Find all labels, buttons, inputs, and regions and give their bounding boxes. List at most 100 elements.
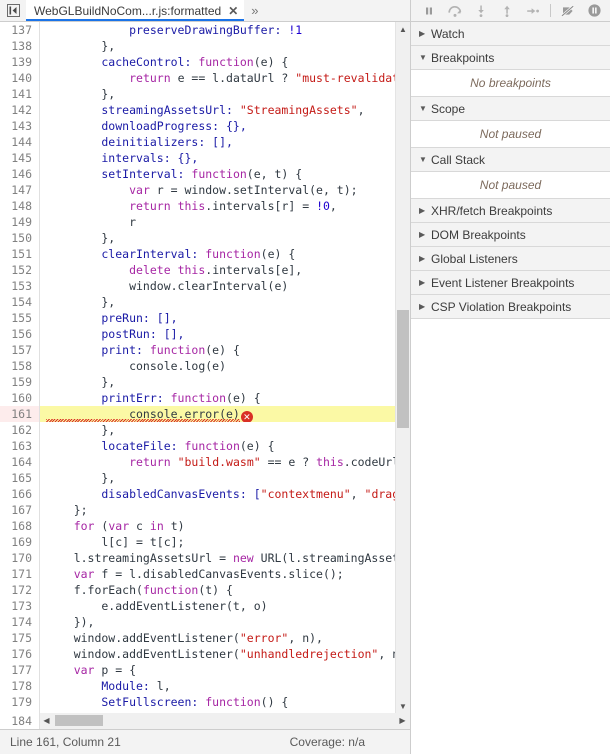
code-text[interactable]: window.addEventListener("unhandledreject… bbox=[40, 646, 410, 662]
scroll-right-icon[interactable]: ▶ bbox=[396, 717, 409, 725]
code-text[interactable]: f.forEach(function(t) { bbox=[40, 582, 410, 598]
code-text[interactable]: delete this.intervals[e], bbox=[40, 262, 410, 278]
line-number[interactable]: 159 bbox=[0, 374, 40, 390]
line-number[interactable]: 143 bbox=[0, 118, 40, 134]
line-number[interactable]: 150 bbox=[0, 230, 40, 246]
scroll-left-icon[interactable]: ◀ bbox=[40, 717, 53, 725]
vertical-scrollbar[interactable]: ▲ ▼ bbox=[395, 22, 410, 713]
line-number[interactable]: 160 bbox=[0, 390, 40, 406]
line-number[interactable]: 145 bbox=[0, 150, 40, 166]
sidebar-section-call-stack[interactable]: ▼ Call Stack bbox=[411, 148, 610, 172]
code-text[interactable]: }, bbox=[40, 86, 410, 102]
line-number[interactable]: 153 bbox=[0, 278, 40, 294]
code-text[interactable]: console.log(e) bbox=[40, 358, 410, 374]
horizontal-scrollbar[interactable]: ◀ ▶ bbox=[40, 713, 410, 729]
code-text[interactable]: console.error(e) ✕ bbox=[40, 406, 410, 422]
code-text[interactable]: return e == l.dataUrl ? "must-revalidate… bbox=[40, 70, 410, 86]
code-text[interactable]: window.clearInterval(e) bbox=[40, 278, 410, 294]
sidebar-section-event-listener-breakpoints[interactable]: ▶ Event Listener Breakpoints bbox=[411, 271, 610, 295]
pause-script-execution-button[interactable] bbox=[416, 0, 442, 21]
line-number[interactable]: 173 bbox=[0, 598, 40, 614]
step-into-button[interactable] bbox=[468, 0, 494, 21]
code-text[interactable]: preRun: [], bbox=[40, 310, 410, 326]
code-text[interactable]: e.addEventListener(t, o) bbox=[40, 598, 410, 614]
line-number[interactable]: 139 bbox=[0, 54, 40, 70]
sidebar-section-breakpoints[interactable]: ▼ Breakpoints bbox=[411, 46, 610, 70]
line-number[interactable]: 172 bbox=[0, 582, 40, 598]
sidebar-section-dom-breakpoints[interactable]: ▶ DOM Breakpoints bbox=[411, 223, 610, 247]
code-text[interactable]: for (var c in t) bbox=[40, 518, 410, 534]
step-out-button[interactable] bbox=[494, 0, 520, 21]
code-text[interactable]: return this.intervals[r] = !0, bbox=[40, 198, 410, 214]
code-text[interactable]: preserveDrawingBuffer: !1 bbox=[40, 22, 410, 38]
line-number[interactable]: 140 bbox=[0, 70, 40, 86]
code-text[interactable]: downloadProgress: {}, bbox=[40, 118, 410, 134]
code-text[interactable]: }; bbox=[40, 502, 410, 518]
code-text[interactable]: }, bbox=[40, 422, 410, 438]
code-text[interactable]: }, bbox=[40, 294, 410, 310]
line-number[interactable]: 179 bbox=[0, 694, 40, 710]
line-number[interactable]: 165 bbox=[0, 470, 40, 486]
line-number[interactable]: 137 bbox=[0, 22, 40, 38]
line-number[interactable]: 174 bbox=[0, 614, 40, 630]
horizontal-scrollbar-thumb[interactable] bbox=[55, 715, 103, 726]
code-text[interactable]: locateFile: function(e) { bbox=[40, 438, 410, 454]
line-number[interactable]: 149 bbox=[0, 214, 40, 230]
pause-on-exceptions-button[interactable] bbox=[581, 0, 607, 21]
line-number[interactable]: 155 bbox=[0, 310, 40, 326]
sidebar-section-watch[interactable]: ▶ Watch bbox=[411, 22, 610, 46]
code-text[interactable]: var r = window.setInterval(e, t); bbox=[40, 182, 410, 198]
line-number[interactable]: 169 bbox=[0, 534, 40, 550]
code-text[interactable]: }), bbox=[40, 614, 410, 630]
vertical-scrollbar-thumb[interactable] bbox=[397, 310, 409, 428]
line-number[interactable]: 176 bbox=[0, 646, 40, 662]
line-number[interactable]: 142 bbox=[0, 102, 40, 118]
code-text[interactable]: Module: l, bbox=[40, 678, 410, 694]
line-number[interactable]: 163 bbox=[0, 438, 40, 454]
scroll-up-icon[interactable]: ▲ bbox=[396, 22, 410, 36]
line-number[interactable]: 166 bbox=[0, 486, 40, 502]
line-number[interactable]: 177 bbox=[0, 662, 40, 678]
line-number[interactable]: 147 bbox=[0, 182, 40, 198]
code-text[interactable]: printErr: function(e) { bbox=[40, 390, 410, 406]
sidebar-section-global-listeners[interactable]: ▶ Global Listeners bbox=[411, 247, 610, 271]
line-number[interactable]: 170 bbox=[0, 550, 40, 566]
code-text[interactable]: l.streamingAssetsUrl = new URL(l.streami… bbox=[40, 550, 410, 566]
close-icon[interactable]: ✕ bbox=[228, 5, 238, 17]
code-text[interactable]: }, bbox=[40, 38, 410, 54]
code-text[interactable]: var f = l.disabledCanvasEvents.slice(); bbox=[40, 566, 410, 582]
line-number[interactable]: 152 bbox=[0, 262, 40, 278]
code-text[interactable]: var p = { bbox=[40, 662, 410, 678]
line-number[interactable]: 167 bbox=[0, 502, 40, 518]
line-number[interactable]: 164 bbox=[0, 454, 40, 470]
line-number[interactable]: 138 bbox=[0, 38, 40, 54]
code-text[interactable]: cacheControl: function(e) { bbox=[40, 54, 410, 70]
line-number[interactable]: 180 bbox=[0, 710, 40, 713]
code-text[interactable]: return "build.wasm" == e ? this.codeUrl … bbox=[40, 454, 410, 470]
code-text[interactable]: clearInterval: function(e) { bbox=[40, 246, 410, 262]
code-text[interactable]: r bbox=[40, 214, 410, 230]
step-button[interactable] bbox=[520, 0, 546, 21]
code-text[interactable]: streamingAssetsUrl: "StreamingAssets", bbox=[40, 102, 410, 118]
line-number[interactable]: 175 bbox=[0, 630, 40, 646]
line-number[interactable]: 161 bbox=[0, 406, 40, 422]
code-text[interactable]: deinitializers: [], bbox=[40, 134, 410, 150]
navigate-back-icon[interactable] bbox=[0, 0, 26, 21]
line-number[interactable]: 168 bbox=[0, 518, 40, 534]
line-number[interactable]: 144 bbox=[0, 134, 40, 150]
line-number[interactable]: 157 bbox=[0, 342, 40, 358]
scroll-down-icon[interactable]: ▼ bbox=[396, 699, 410, 713]
line-number[interactable]: 158 bbox=[0, 358, 40, 374]
code-text[interactable]: l[c] = t[c]; bbox=[40, 534, 410, 550]
sidebar-section-scope[interactable]: ▼ Scope bbox=[411, 97, 610, 121]
code-text[interactable]: setInterval: function(e, t) { bbox=[40, 166, 410, 182]
line-number[interactable]: 154 bbox=[0, 294, 40, 310]
coverage-status[interactable]: Coverage: n/a bbox=[290, 735, 410, 749]
line-number[interactable]: 156 bbox=[0, 326, 40, 342]
code-text[interactable]: }, bbox=[40, 470, 410, 486]
code-text[interactable]: intervals: {}, bbox=[40, 150, 410, 166]
step-over-button[interactable] bbox=[442, 0, 468, 21]
code-text[interactable]: window.addEventListener("error", n), bbox=[40, 630, 410, 646]
editor-tab-active[interactable]: WebGLBuildNoCom...r.js:formatted ✕ bbox=[26, 0, 245, 21]
code-text[interactable]: disabledCanvasEvents: ["contextmenu", "d… bbox=[40, 486, 410, 502]
